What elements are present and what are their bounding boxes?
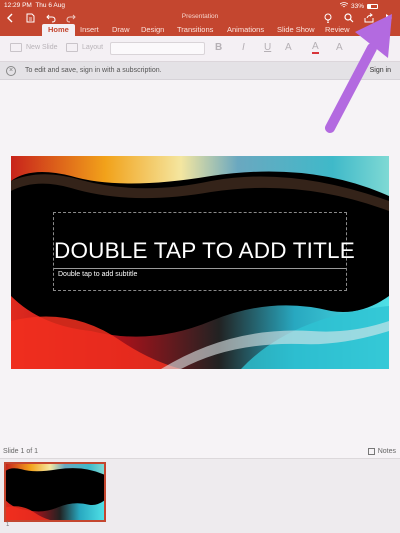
tab-transitions[interactable]: Transitions [177, 24, 213, 36]
status-bar: 12:29 PM Thu 6 Aug 33% [0, 0, 400, 12]
share-icon[interactable] [364, 12, 374, 24]
slide-title[interactable]: DOUBLE TAP TO ADD TITLE [54, 238, 355, 264]
clear-format-button[interactable]: A [285, 42, 292, 53]
italic-button[interactable]: I [242, 42, 245, 53]
tab-review[interactable]: Review [325, 24, 350, 36]
battery-icon [367, 3, 378, 9]
battery-percent: 33% [350, 2, 364, 10]
status-date: Thu 6 Aug [35, 2, 65, 9]
status-time-date: 12:29 PM Thu 6 Aug [4, 2, 65, 9]
layout-icon [66, 43, 78, 52]
close-icon[interactable]: × [6, 66, 16, 76]
play-icon[interactable] [385, 12, 393, 24]
placeholder-divider [54, 268, 346, 269]
thumbnail-image [6, 464, 104, 520]
lightbulb-icon[interactable] [324, 12, 332, 24]
font-color-button[interactable]: A [312, 42, 319, 54]
slide-canvas[interactable]: DOUBLE TAP TO ADD TITLE Double tap to ad… [11, 156, 389, 369]
new-slide-icon [10, 43, 22, 52]
new-slide-button[interactable]: New Slide [10, 43, 58, 52]
tab-design[interactable]: Design [141, 24, 164, 36]
title-placeholder[interactable]: DOUBLE TAP TO ADD TITLE Double tap to ad… [53, 212, 355, 291]
status-time: 12:29 PM [4, 2, 32, 9]
search-icon[interactable] [344, 12, 354, 24]
tab-insert[interactable]: Insert [80, 24, 99, 36]
ribbon-tabs: Home Insert Draw Design Transitions Anim… [0, 24, 400, 36]
thumbnail-number: 1 [6, 522, 10, 528]
layout-button[interactable]: Layout [66, 43, 103, 52]
status-right: 33% [339, 2, 378, 10]
slide-thumbnail[interactable] [4, 462, 106, 522]
font-name-field[interactable] [110, 42, 205, 55]
slide-count: Slide 1 of 1 [3, 448, 39, 455]
slide-subtitle[interactable]: Double tap to add subtitle [58, 271, 137, 278]
notes-label: Notes [377, 448, 396, 455]
sign-in-link[interactable]: Sign in [370, 67, 391, 74]
subscription-notice: × To edit and save, sign in with a subsc… [0, 62, 400, 80]
notes-icon [367, 448, 375, 455]
new-slide-label: New Slide [26, 44, 58, 51]
title-bar: Presentation [0, 12, 400, 24]
slide-thumbnail-strip: 1 [0, 459, 400, 533]
document-title: Presentation [181, 13, 219, 20]
tab-draw[interactable]: Draw [112, 24, 130, 36]
wifi-icon [339, 2, 349, 10]
notice-message: To edit and save, sign in with a subscri… [25, 67, 162, 74]
highlight-button[interactable]: A [336, 42, 343, 53]
underline-button[interactable]: U [264, 42, 271, 53]
toolbar: New Slide Layout B I U A A A [0, 36, 400, 62]
tab-home[interactable]: Home [42, 24, 75, 36]
bold-button[interactable]: B [215, 42, 222, 53]
tab-animations[interactable]: Animations [227, 24, 264, 36]
tab-slide-show[interactable]: Slide Show [277, 24, 315, 36]
notes-button[interactable]: Notes [367, 448, 396, 455]
layout-label: Layout [82, 44, 104, 51]
